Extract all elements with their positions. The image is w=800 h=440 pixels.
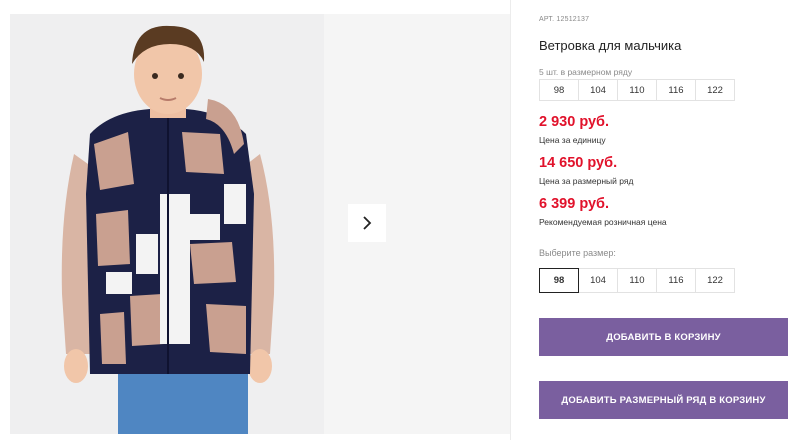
size-select-label: Выберите размер: <box>539 248 616 258</box>
pack-price: 14 650 руб. <box>539 155 618 171</box>
retail-price: 6 399 руб. <box>539 196 610 212</box>
pack-size-cell: 104 <box>578 79 618 101</box>
add-to-cart-button[interactable]: ДОБАВИТЬ В КОРЗИНУ <box>539 318 788 356</box>
pack-size-cell: 122 <box>695 79 735 101</box>
right-hand <box>248 349 272 383</box>
add-pack-to-cart-button[interactable]: ДОБАВИТЬ РАЗМЕРНЫЙ РЯД В КОРЗИНУ <box>539 381 788 419</box>
pack-size-cell: 98 <box>539 79 579 101</box>
chevron-right-icon <box>363 216 372 230</box>
product-photo <box>61 25 275 434</box>
retail-price-label: Рекомендуемая розничная цена <box>539 217 667 227</box>
pack-label: 5 шт. в размерном ряду <box>539 67 633 77</box>
gallery-next-button[interactable] <box>348 204 386 242</box>
product-image <box>10 14 324 434</box>
size-option-98[interactable]: 98 <box>539 268 579 293</box>
pack-price-label: Цена за размерный ряд <box>539 176 634 186</box>
size-option-104[interactable]: 104 <box>578 268 618 293</box>
unit-price: 2 930 руб. <box>539 114 610 130</box>
pack-size-row: 98 104 110 116 122 <box>539 79 735 101</box>
size-option-116[interactable]: 116 <box>656 268 696 293</box>
size-option-110[interactable]: 110 <box>617 268 657 293</box>
pack-size-cell: 110 <box>617 79 657 101</box>
pack-size-cell: 116 <box>656 79 696 101</box>
size-option-122[interactable]: 122 <box>695 268 735 293</box>
divider <box>510 0 511 440</box>
size-selector: 98 104 110 116 122 <box>539 268 735 293</box>
left-hand <box>64 349 88 383</box>
product-title: Ветровка для мальчика <box>539 38 682 53</box>
unit-price-label: Цена за единицу <box>539 135 606 145</box>
product-sku: АРТ. 12512137 <box>539 16 590 23</box>
